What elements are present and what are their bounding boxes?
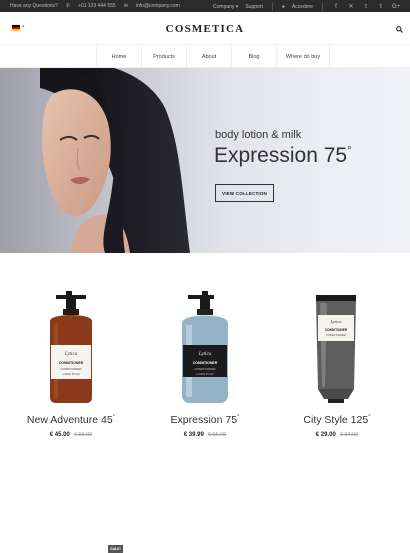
nav-item-blog[interactable]: Blog [231,46,276,68]
main-nav: Home Products About Blog Where do buy [0,46,410,68]
product-card[interactable]: Lytica CONDITIONER CONDITIONER LOREM IPS… [140,253,270,439]
svg-text:CONDITIONER: CONDITIONER [325,328,348,332]
nav-item-home[interactable]: Home [96,46,141,68]
product-name[interactable]: New Adventure 45° [6,414,136,426]
svg-text:LOREM IPSUM: LOREM IPSUM [196,373,214,376]
sale-badge: SALE! [108,545,123,553]
product-card[interactable]: Lytica CONDITIONER CONDITIONER LOREM IPS… [6,253,136,439]
svg-text:CONDITIONER: CONDITIONER [195,367,217,371]
product-name[interactable]: City Style 125° [272,414,402,426]
search-icon[interactable] [396,26,403,33]
site-header: ▾ COSMETICA [0,12,410,45]
view-collection-button[interactable]: VIEW COLLECTION [215,184,274,202]
divider [271,3,273,11]
google-plus-icon[interactable]: G+ [392,4,400,10]
tumblr-icon[interactable]: t [377,4,385,10]
product-name[interactable]: Expression 75° [140,414,270,426]
product-list: Lytica CONDITIONER CONDITIONER LOREM IPS… [0,253,410,553]
nav-item-about[interactable]: About [186,46,231,68]
phone-icon: ✆ [65,3,71,9]
product-price: € 29.00 € 34.00 [315,432,359,438]
svg-text:CONDITIONER: CONDITIONER [193,361,218,365]
svg-text:Lytica: Lytica [329,319,342,324]
svg-text:CONDITIONER: CONDITIONER [59,361,84,365]
email-link[interactable]: info@company.com [136,3,180,9]
hero-model-image [40,68,190,253]
question-text: Have any Questions? [10,3,58,9]
svg-text:CONDITIONER: CONDITIONER [326,333,346,337]
product-price: € 39.99 € 55.00 [183,432,227,438]
product-image[interactable]: Lytica CONDITIONER CONDITIONER LOREM IPS… [6,291,136,403]
hero-subtitle: body lotion & milk [215,129,302,141]
divider [322,3,323,11]
support-link[interactable]: Support [245,4,263,10]
site-logo[interactable]: COSMETICA [0,23,410,35]
svg-text:LOREM IPSUM: LOREM IPSUM [62,373,80,376]
product-price: € 45.00 € 50.00 [49,432,93,438]
nav-item-where-do-buy[interactable]: Where do buy [276,46,330,68]
product-image[interactable]: Lytica CONDITIONER CONDITIONER LOREM IPS… [140,291,270,403]
svg-text:Lytica: Lytica [64,352,78,357]
facebook-icon[interactable]: f [332,4,340,10]
hero-banner: body lotion & milk Expression 75° VIEW C… [0,68,410,253]
company-menu[interactable]: Company ▾ [213,4,238,10]
xing-icon[interactable]: ✕ [347,4,355,10]
top-bar: Have any Questions? ✆ +01 123 444 555 ✉ … [0,0,410,12]
mail-icon: ✉ [123,3,128,9]
phone-link[interactable]: +01 123 444 555 [78,3,116,9]
nav-item-products[interactable]: Products [141,46,186,68]
product-image[interactable]: Lytica CONDITIONER CONDITIONER [272,291,402,403]
product-card[interactable]: Lytica CONDITIONER CONDITIONER City Styl… [272,253,402,439]
twitter-icon[interactable]: t [362,4,370,10]
account-link[interactable]: Accedere [292,4,313,10]
svg-text:CONDITIONER: CONDITIONER [61,367,83,371]
user-icon: ● [281,4,285,10]
svg-text:Lytica: Lytica [198,352,212,357]
hero-title: Expression 75° [214,144,352,167]
